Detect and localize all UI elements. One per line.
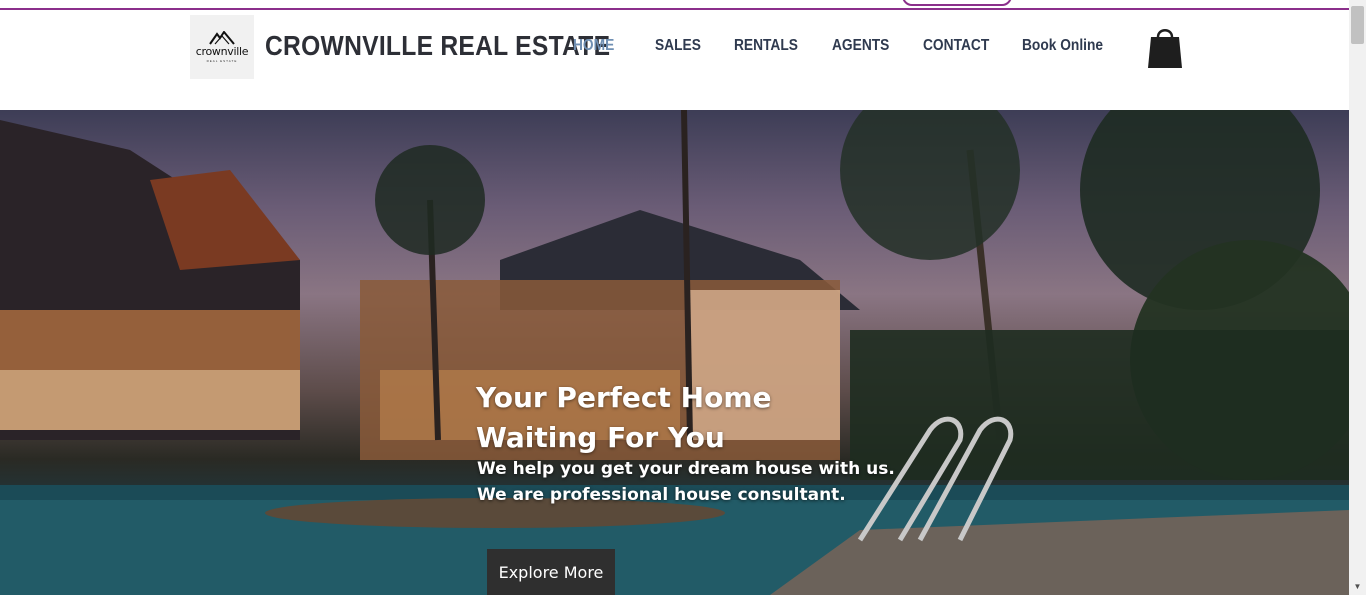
explore-more-button[interactable]: Explore More bbox=[487, 549, 615, 595]
hero-subtitle-line2: We are professional house consultant. bbox=[477, 485, 846, 505]
nav-contact[interactable]: CONTACT bbox=[923, 37, 989, 55]
hero-title-line2: Waiting For You bbox=[476, 421, 725, 454]
scroll-down-arrow-icon[interactable]: ▼ bbox=[1349, 578, 1366, 595]
mountain-icon bbox=[209, 31, 235, 45]
shopping-bag-icon[interactable] bbox=[1148, 25, 1182, 69]
hero-title: Your Perfect Home Waiting For You bbox=[476, 378, 772, 458]
nav-home[interactable]: HOME bbox=[573, 37, 614, 55]
logo-subtext: REAL ESTATE bbox=[206, 59, 238, 63]
nav-book-online[interactable]: Book Online bbox=[1022, 37, 1103, 55]
logo-wordmark: crownville bbox=[195, 45, 249, 58]
nav-agents[interactable]: AGENTS bbox=[832, 37, 889, 55]
hero-title-line1: Your Perfect Home bbox=[476, 381, 772, 414]
site-header: crownville REAL ESTATE CROWNVILLE REAL E… bbox=[0, 10, 1349, 110]
hero-subtitle-line1: We help you get your dream house with us… bbox=[477, 459, 895, 479]
hero-banner: Your Perfect Home Waiting For You We hel… bbox=[0, 110, 1349, 595]
logo[interactable]: crownville REAL ESTATE bbox=[190, 15, 254, 79]
site-title[interactable]: CROWNVILLE REAL ESTATE bbox=[265, 30, 610, 62]
vertical-scrollbar[interactable]: ▲ ▼ bbox=[1349, 0, 1366, 595]
nav-rentals[interactable]: RENTALS bbox=[734, 37, 798, 55]
scrollbar-thumb[interactable] bbox=[1351, 6, 1364, 44]
top-pill-button[interactable] bbox=[902, 0, 1012, 6]
hero-subtitle: We help you get your dream house with us… bbox=[477, 456, 895, 508]
nav-sales[interactable]: SALES bbox=[655, 37, 701, 55]
hero-background-image bbox=[0, 110, 1349, 595]
